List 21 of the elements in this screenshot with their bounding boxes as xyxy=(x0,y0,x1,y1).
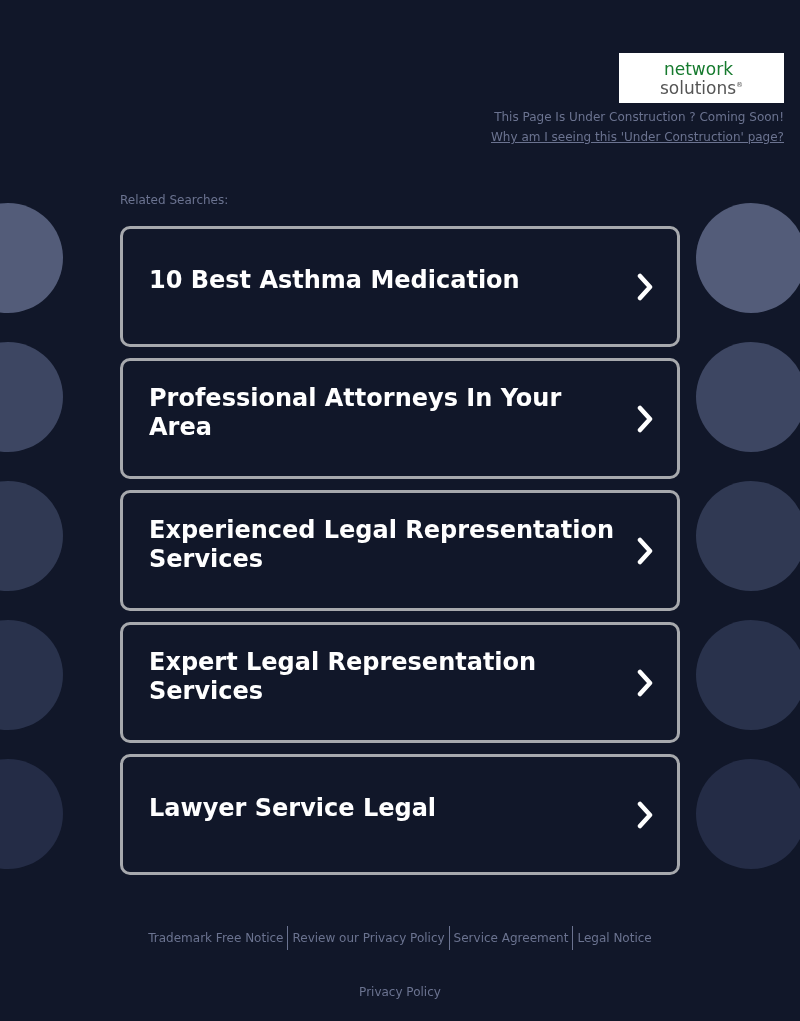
footer-link[interactable]: Review our Privacy Policy xyxy=(287,926,449,950)
related-searches-label: Related Searches: xyxy=(120,193,230,209)
footer-link[interactable]: Service Agreement xyxy=(448,926,573,950)
chevron-right-icon xyxy=(637,404,653,433)
chevron-right-icon xyxy=(637,536,653,565)
search-link-card[interactable]: Experienced Legal Representation Services xyxy=(120,490,680,611)
construction-notice: This Page Is Under Construction ? Coming Soon! xyxy=(494,110,784,124)
network-solutions-logo[interactable]: network solutions$^{®}$ xyxy=(619,53,784,103)
search-link-card[interactable]: Professional Attorneys In Your Area xyxy=(120,358,680,479)
privacy-policy-link[interactable]: Privacy Policy xyxy=(359,985,441,999)
logo-text: network xyxy=(663,60,733,77)
chevron-right-icon xyxy=(637,272,653,301)
footer-link[interactable]: Trademark Free Notice xyxy=(144,926,288,950)
why-link[interactable]: Why am I seeing this 'Under Construction' page? xyxy=(491,130,784,144)
search-link-card[interactable]: 10 Best Asthma Medication xyxy=(120,226,680,347)
chevron-right-icon xyxy=(637,800,653,829)
search-link-card[interactable]: Lawyer Service Legal xyxy=(120,754,680,875)
chevron-right-icon xyxy=(637,668,653,697)
search-link-card[interactable]: Expert Legal Representation Services xyxy=(120,622,680,743)
footer-link[interactable]: Legal Notice xyxy=(572,926,656,950)
logo-text: solutions$^{®}$ xyxy=(659,76,744,96)
